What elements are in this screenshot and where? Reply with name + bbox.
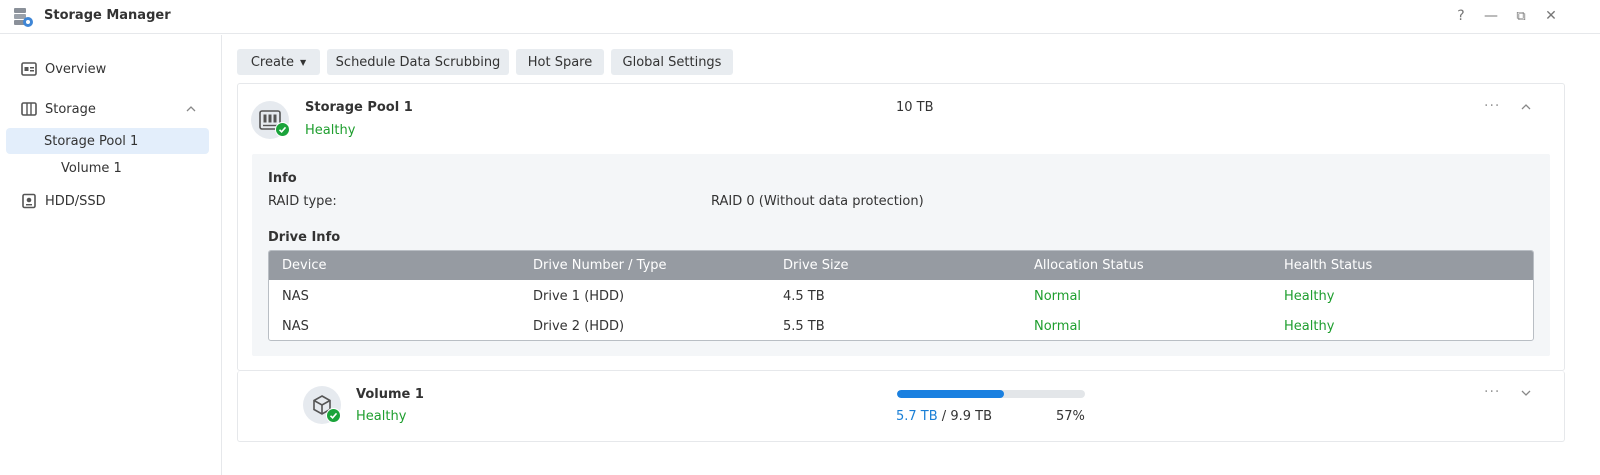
table-cell-allocation-status: Normal <box>1034 289 1082 304</box>
column-header-health-status[interactable]: Health Status <box>1284 258 1372 273</box>
caret-down-icon: ▼ <box>300 57 307 67</box>
create-button[interactable]: Create ▼ <box>237 49 320 75</box>
sidebar-item-label: Volume 1 <box>61 160 122 176</box>
overview-icon <box>21 62 37 76</box>
volume-usage-bar <box>897 390 1085 398</box>
table-header: Device Drive Number / Type Drive Size Al… <box>269 251 1533 280</box>
sidebar-item-overview[interactable]: Overview <box>0 55 222 83</box>
sidebar-item-label: Storage Pool 1 <box>44 133 139 149</box>
sidebar-item-storage[interactable]: Storage <box>0 95 222 123</box>
storage-pool-info-panel: Info RAID type: RAID 0 (Without data pro… <box>252 154 1550 356</box>
sidebar-item-label: Overview <box>45 61 107 77</box>
table-cell-health-status: Healthy <box>1284 319 1335 334</box>
chevron-up-icon[interactable] <box>1520 101 1532 113</box>
sidebar-item-label: Storage <box>45 101 96 117</box>
sidebar: Overview Storage Storage Pool 1 Volume 1… <box>0 35 222 475</box>
healthy-check-icon <box>326 408 341 423</box>
storage-pool-size: 10 TB <box>896 100 934 115</box>
table-cell-drive-size: 5.5 TB <box>783 319 825 334</box>
schedule-data-scrubbing-button[interactable]: Schedule Data Scrubbing <box>327 49 509 75</box>
table-cell-device: NAS <box>282 289 309 304</box>
table-cell-device: NAS <box>282 319 309 334</box>
more-options-icon[interactable]: ··· <box>1484 98 1500 114</box>
storage-pool-status: Healthy <box>305 123 356 138</box>
table-cell-health-status: Healthy <box>1284 289 1335 304</box>
storage-icon <box>21 102 37 116</box>
title-bar: Storage Manager ? — ⧉ ✕ <box>0 0 1600 34</box>
table-cell-drive-size: 4.5 TB <box>783 289 825 304</box>
sidebar-item-volume-1[interactable]: Volume 1 <box>6 155 209 181</box>
storage-pool-card: Storage Pool 1 Healthy 10 TB ··· Info RA… <box>237 83 1565 371</box>
column-header-device[interactable]: Device <box>282 258 326 273</box>
chevron-up-icon[interactable] <box>185 103 197 115</box>
table-row[interactable]: NAS Drive 1 (HDD) 4.5 TB Normal Healthy <box>269 281 1533 311</box>
raid-type-label: RAID type: <box>268 194 337 209</box>
table-row[interactable]: NAS Drive 2 (HDD) 5.5 TB Normal Healthy <box>269 311 1533 340</box>
hot-spare-button[interactable]: Hot Spare <box>516 49 604 75</box>
help-icon[interactable]: ? <box>1451 6 1471 26</box>
window-title: Storage Manager <box>44 8 171 23</box>
volume-usage-percent: 57% <box>1056 409 1085 424</box>
storage-pool-name: Storage Pool 1 <box>305 100 413 115</box>
volume-usage-fill <box>897 390 1005 398</box>
close-icon[interactable]: ✕ <box>1541 6 1561 26</box>
global-settings-button[interactable]: Global Settings <box>611 49 733 75</box>
hdd-icon <box>22 193 36 209</box>
storage-manager-app-icon <box>14 8 33 27</box>
volume-usage-text: 5.7 TB / 9.9 TB <box>896 409 992 424</box>
volume-total: 9.9 TB <box>950 409 992 424</box>
table-cell-drive-number: Drive 1 (HDD) <box>533 289 625 304</box>
sidebar-item-label: HDD/SSD <box>45 193 106 209</box>
drive-info-heading: Drive Info <box>268 230 341 245</box>
column-header-allocation-status[interactable]: Allocation Status <box>1034 258 1144 273</box>
column-header-drive-number[interactable]: Drive Number / Type <box>533 258 667 273</box>
volume-used: 5.7 TB <box>896 409 938 424</box>
restore-icon[interactable]: ⧉ <box>1511 6 1531 26</box>
volume-usage-separator: / <box>937 409 951 424</box>
minimize-icon[interactable]: — <box>1481 6 1501 26</box>
table-cell-allocation-status: Normal <box>1034 319 1082 334</box>
chevron-down-icon[interactable] <box>1520 387 1532 399</box>
raid-type-value: RAID 0 (Without data protection) <box>711 194 924 209</box>
volume-name: Volume 1 <box>356 387 424 402</box>
more-options-icon[interactable]: ··· <box>1484 384 1500 400</box>
create-button-label: Create <box>250 54 295 70</box>
table-cell-drive-number: Drive 2 (HDD) <box>533 319 625 334</box>
column-header-drive-size[interactable]: Drive Size <box>783 258 848 273</box>
healthy-check-icon <box>275 122 290 137</box>
info-heading: Info <box>268 171 297 186</box>
volume-status: Healthy <box>356 409 407 424</box>
sidebar-item-hdd-ssd[interactable]: HDD/SSD <box>0 187 222 215</box>
volume-card[interactable]: Volume 1 Healthy 5.7 TB / 9.9 TB 57% ··· <box>237 371 1565 442</box>
drive-info-table: Device Drive Number / Type Drive Size Al… <box>268 250 1534 341</box>
sidebar-item-storage-pool-1[interactable]: Storage Pool 1 <box>6 128 209 154</box>
